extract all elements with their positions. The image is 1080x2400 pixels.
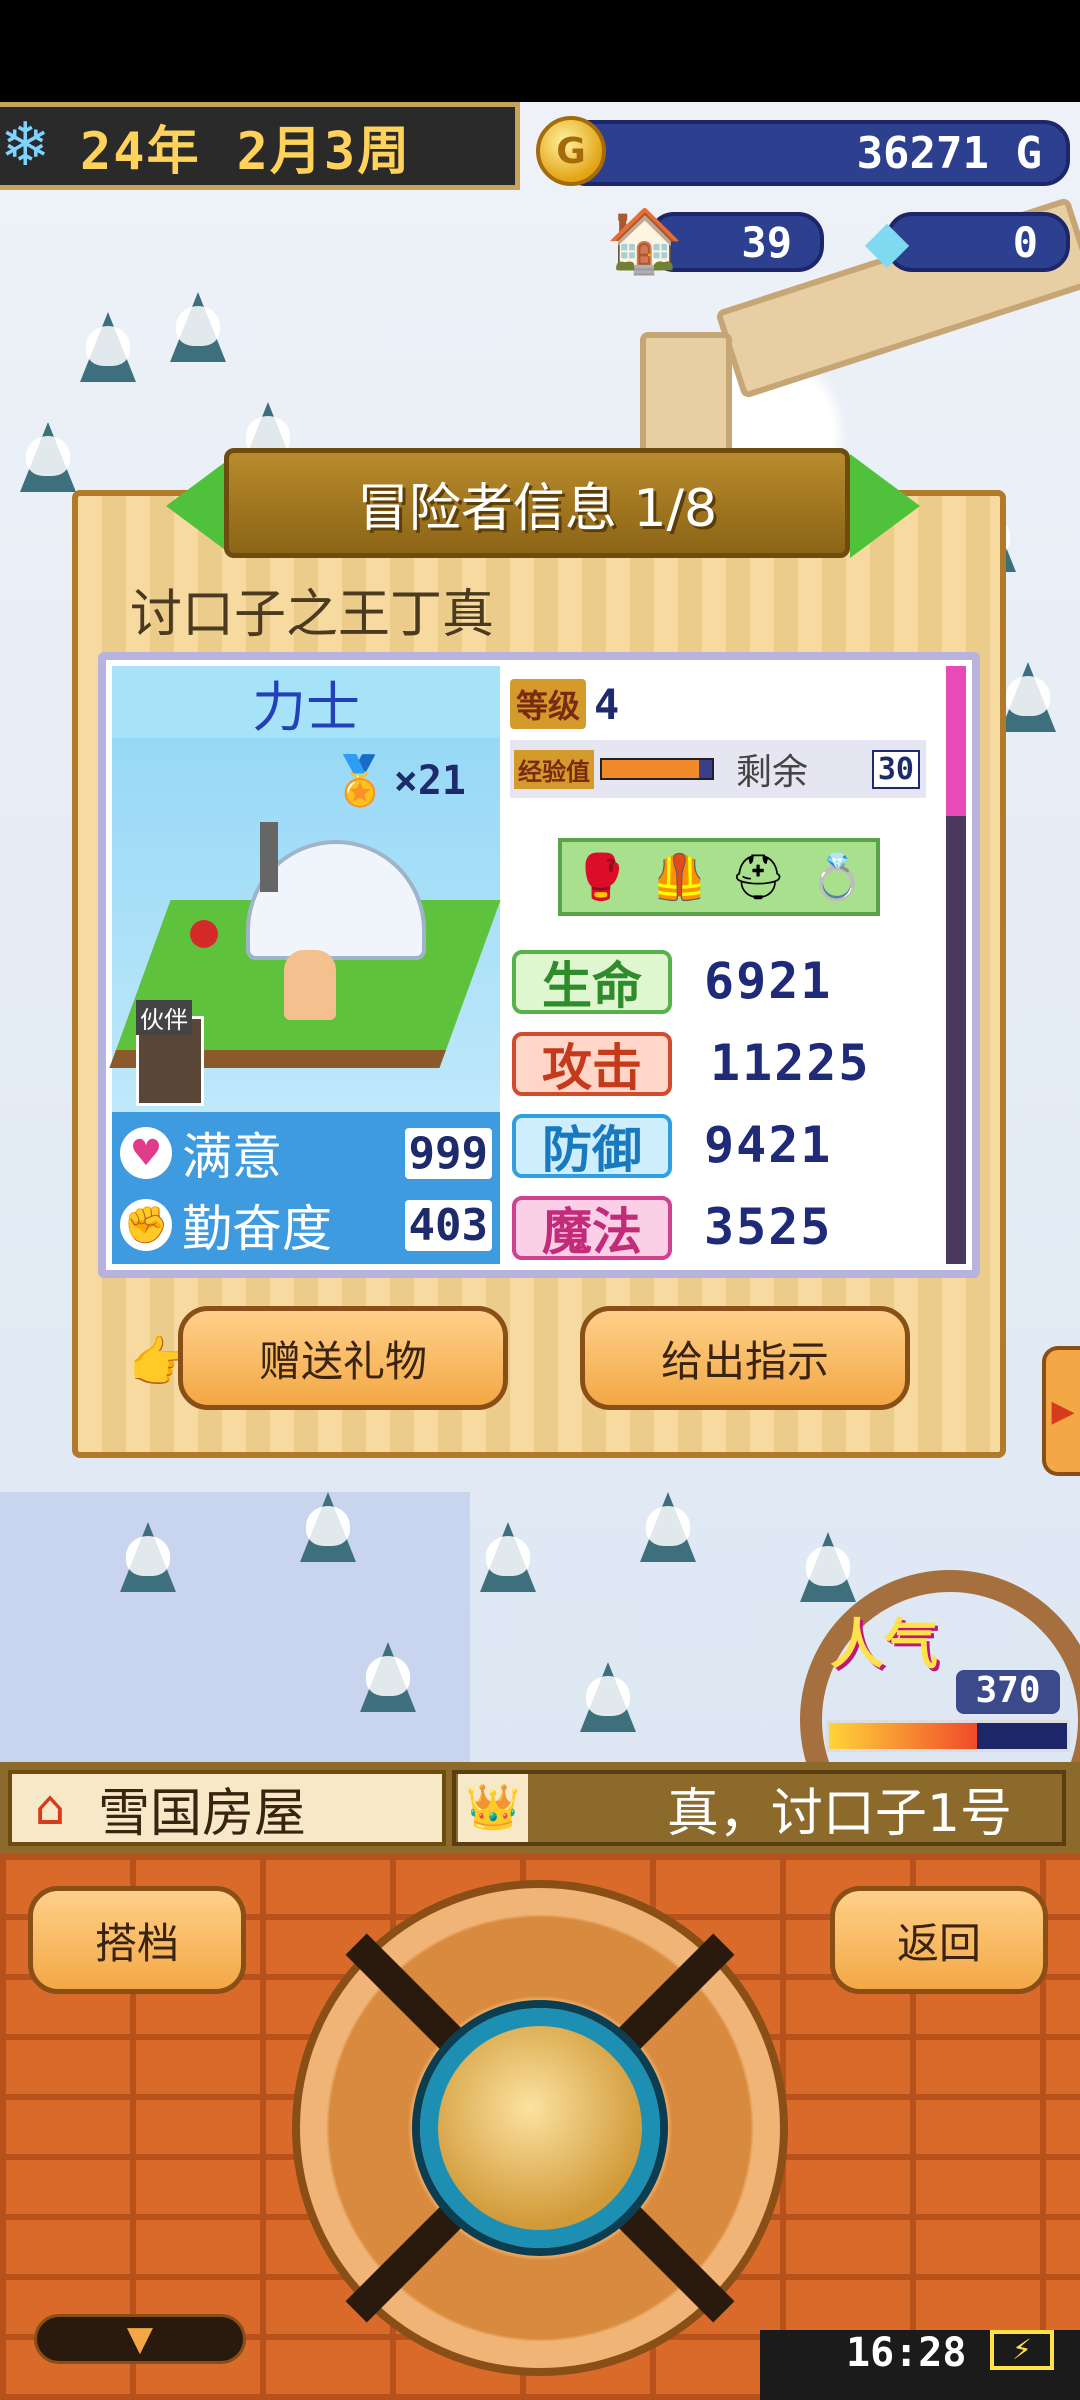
armor-icon[interactable]: 🦺 bbox=[652, 851, 707, 903]
exp-bar bbox=[600, 758, 714, 780]
equipment-slots: 🥊 🦺 ⛑ 💍 bbox=[558, 838, 880, 916]
year-text: 24年 bbox=[80, 121, 201, 182]
remaining-value: 30 bbox=[871, 749, 920, 789]
exp-bar-fill bbox=[602, 760, 699, 778]
snow-tree bbox=[80, 312, 136, 382]
occupant-name: 真，讨口子1号 bbox=[666, 1783, 1012, 1844]
gold-value: 36271 G bbox=[856, 127, 1042, 179]
occupant-avatar-icon: 👑 bbox=[458, 1774, 528, 1842]
exp-row: 经验值 剩余 30 bbox=[510, 740, 926, 798]
satisfaction-label: 满意 bbox=[182, 1128, 282, 1186]
snow-tree bbox=[360, 1642, 416, 1712]
snow-tree bbox=[580, 1662, 636, 1732]
hp-label: 生命 bbox=[512, 950, 672, 1015]
house-icon: 🏠 bbox=[606, 204, 684, 277]
month-week-text: 2月3周 bbox=[236, 121, 412, 182]
building-name: 雪国房屋 bbox=[98, 1783, 307, 1844]
crystal-icon: ◆ bbox=[864, 207, 910, 275]
diligence-label: 勤奋度 bbox=[182, 1200, 332, 1258]
building-panel: ⌂ 雪国房屋 bbox=[8, 1770, 446, 1846]
glove-icon[interactable]: 🥊 bbox=[574, 851, 629, 903]
level-value: 4 bbox=[594, 679, 620, 729]
scrollbar-thumb[interactable] bbox=[946, 666, 966, 816]
snow-tree bbox=[640, 1492, 696, 1562]
home-icon: ⌂ bbox=[34, 1780, 66, 1836]
snow-tree bbox=[300, 1492, 356, 1562]
diligence-row: ✊ 勤奋度 403 bbox=[120, 1190, 492, 1260]
gift-button[interactable]: 赠送礼物 bbox=[178, 1306, 508, 1410]
gold-coin-icon: G bbox=[536, 116, 606, 186]
medal-count: ×21 bbox=[393, 757, 467, 804]
occupant-panel: 👑 真，讨口子1号 bbox=[452, 1770, 1066, 1846]
back-button[interactable]: 返回 bbox=[830, 1886, 1048, 1994]
helmet-icon[interactable]: ⛑ bbox=[730, 851, 786, 903]
popularity-bar bbox=[826, 1720, 1070, 1752]
level-row: 等级 4 bbox=[510, 676, 619, 732]
exp-label: 经验值 bbox=[514, 749, 594, 789]
house-count: 39 bbox=[741, 217, 792, 267]
snow-tree bbox=[170, 292, 226, 362]
fist-icon: ✊ bbox=[120, 1199, 172, 1251]
satisfaction-row: ♥ 满意 999 bbox=[120, 1118, 492, 1188]
gold-counter: 36271 G bbox=[560, 120, 1070, 186]
mailbox-icon bbox=[190, 920, 218, 948]
chimney-icon bbox=[260, 822, 278, 892]
adventurer-sprite bbox=[284, 950, 336, 1020]
medal-count-row: 🏅 ×21 bbox=[330, 752, 466, 809]
snow-tree bbox=[1000, 662, 1056, 732]
magic-label: 魔法 bbox=[512, 1196, 672, 1261]
collapse-down-button[interactable]: ▼ bbox=[34, 2314, 246, 2364]
frozen-lake bbox=[0, 1492, 470, 1762]
remaining-label: 剩余 bbox=[736, 752, 809, 793]
defense-value: 9421 bbox=[704, 1116, 833, 1174]
instruct-button[interactable]: 给出指示 bbox=[580, 1306, 910, 1410]
battery-charging-icon: ⚡ bbox=[990, 2330, 1054, 2370]
medal-icon: 🏅 bbox=[330, 753, 390, 809]
ring-icon[interactable]: 💍 bbox=[809, 851, 864, 903]
clock-text: 16:28 bbox=[846, 2330, 967, 2376]
heart-icon: ♥ bbox=[120, 1127, 172, 1179]
snow-tree bbox=[480, 1522, 536, 1592]
mood-panel: ♥ 满意 999 ✊ 勤奋度 403 bbox=[112, 1112, 500, 1264]
satisfaction-value: 999 bbox=[404, 1127, 492, 1179]
diligence-value: 403 bbox=[404, 1199, 492, 1251]
popularity-bar-fill bbox=[829, 1723, 977, 1749]
snow-tree bbox=[120, 1522, 176, 1592]
confirm-button[interactable] bbox=[420, 2008, 660, 2248]
snowflake-icon: ❄ bbox=[0, 110, 51, 180]
date-panel: 24年 2月3周 bbox=[0, 102, 520, 190]
class-name: 力士 bbox=[112, 666, 500, 739]
panel-title: 冒险者信息 1/8 bbox=[224, 448, 850, 558]
magic-value: 3525 bbox=[704, 1198, 833, 1256]
popularity-value: 370 bbox=[956, 1670, 1060, 1714]
side-expand-tab[interactable]: ▶ bbox=[1042, 1346, 1080, 1476]
partner-button[interactable]: 搭档 bbox=[28, 1886, 246, 1994]
snow-tree bbox=[20, 422, 76, 492]
adventurer-name: 讨口子之王丁真 bbox=[130, 585, 495, 645]
crystal-count: 0 bbox=[1012, 217, 1038, 267]
snow-tree bbox=[800, 1532, 856, 1602]
popularity-label: 人气 bbox=[830, 1613, 938, 1676]
attack-label: 攻击 bbox=[512, 1032, 672, 1097]
attack-value: 11225 bbox=[710, 1034, 871, 1092]
level-label: 等级 bbox=[510, 679, 587, 729]
hp-value: 6921 bbox=[704, 952, 833, 1010]
companion-label: 伙伴 bbox=[136, 1000, 192, 1035]
defense-label: 防御 bbox=[512, 1114, 672, 1179]
next-arrow-button[interactable] bbox=[850, 454, 920, 558]
